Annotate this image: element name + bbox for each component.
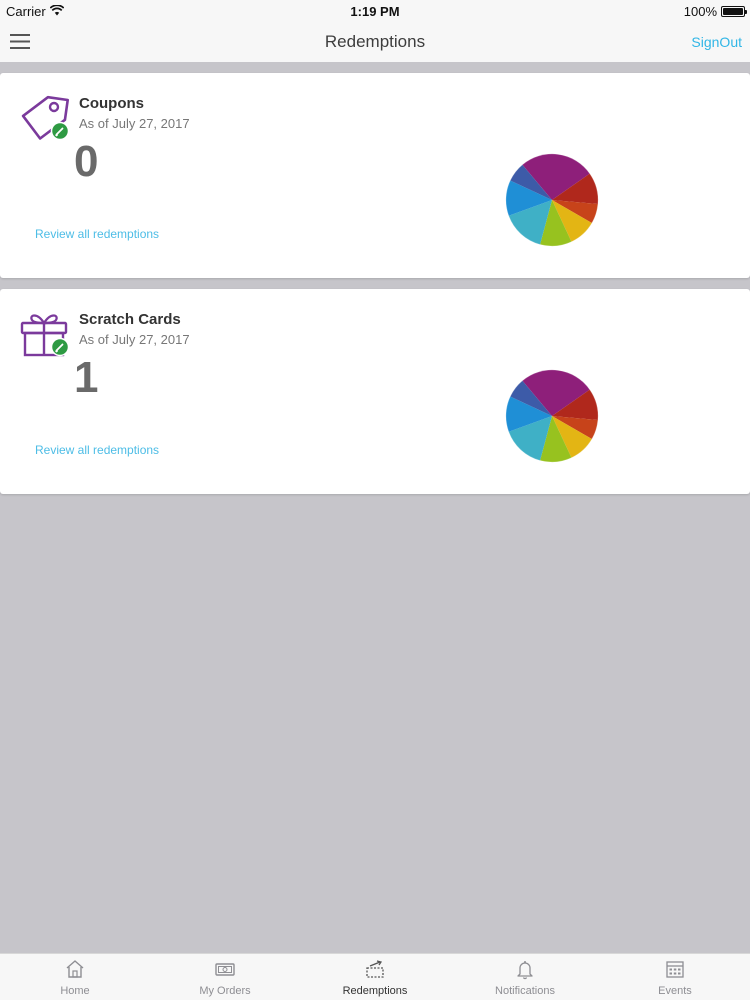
- coupons-card: Coupons As of July 27, 2017 0 Review all…: [0, 73, 750, 278]
- status-time: 1:19 PM: [350, 4, 400, 19]
- scratch-cards-card: Scratch Cards As of July 27, 2017 1 Revi…: [0, 289, 750, 494]
- calendar-icon: [666, 961, 684, 978]
- gift-icon: [19, 308, 71, 360]
- card-title: Coupons: [79, 95, 144, 112]
- tab-label: My Orders: [199, 985, 251, 997]
- tab-home[interactable]: Home: [0, 954, 150, 1000]
- redemptions-icon: [366, 960, 384, 978]
- pie-chart-icon: [505, 369, 599, 463]
- tab-redemptions[interactable]: Redemptions: [300, 954, 450, 1000]
- pie-chart-icon: [505, 153, 599, 247]
- tab-bar: Home My Orders Redemptions Notifications: [0, 953, 750, 1000]
- tab-label: Redemptions: [342, 985, 408, 997]
- review-all-redemptions-link[interactable]: Review all redemptions: [35, 443, 159, 457]
- card-title: Scratch Cards: [79, 311, 181, 328]
- tab-events[interactable]: Events: [600, 954, 750, 1000]
- battery-icon: [721, 6, 747, 17]
- tab-my-orders[interactable]: My Orders: [150, 954, 300, 1000]
- tab-label: Events: [658, 985, 692, 997]
- signout-button[interactable]: SignOut: [691, 34, 742, 50]
- navigation-bar: Redemptions SignOut: [0, 22, 750, 62]
- battery-percent: 100%: [683, 4, 717, 19]
- bell-icon: [517, 961, 533, 980]
- orders-icon: [215, 963, 235, 976]
- redemption-count: 0: [74, 137, 99, 186]
- home-icon: [66, 960, 84, 978]
- status-bar: Carrier 1:19 PM 100%: [0, 0, 750, 22]
- page-title: Redemptions: [324, 32, 426, 51]
- tab-label: Home: [60, 985, 90, 997]
- tab-notifications[interactable]: Notifications: [450, 954, 600, 1000]
- status-right: 100%: [683, 4, 747, 19]
- card-date: As of July 27, 2017: [79, 332, 190, 347]
- tag-icon: [19, 92, 71, 144]
- card-date: As of July 27, 2017: [79, 116, 190, 131]
- review-all-redemptions-link[interactable]: Review all redemptions: [35, 227, 159, 241]
- tab-label: Notifications: [495, 985, 555, 997]
- redemption-count: 1: [74, 353, 99, 402]
